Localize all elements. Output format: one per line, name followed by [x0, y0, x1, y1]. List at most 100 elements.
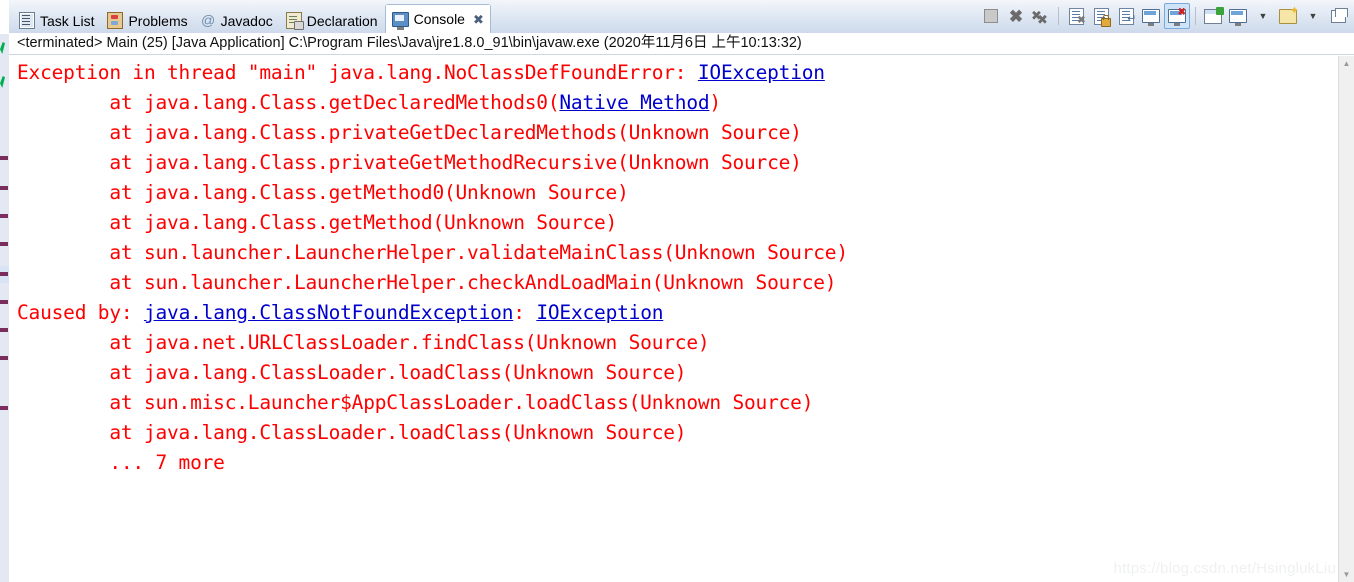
- error-cross-icon: ✖: [1177, 7, 1186, 18]
- star-badge-icon: ✦: [1289, 4, 1299, 17]
- console-text: Caused by:: [17, 301, 144, 324]
- console-stack-link[interactable]: IOException: [698, 61, 825, 84]
- close-icon[interactable]: ✖: [473, 13, 484, 26]
- console-text: ): [709, 91, 721, 114]
- scroll-up-icon[interactable]: ▲: [1339, 56, 1354, 71]
- chevron-down-icon: ▼: [1308, 10, 1318, 21]
- scroll-lock-icon: [1093, 7, 1111, 27]
- ruler-mark-green: [0, 42, 5, 54]
- console-stack-link[interactable]: Native Method: [559, 91, 709, 114]
- new-console-icon: ✦: [1279, 4, 1299, 24]
- launch-status-line: <terminated> Main (25) [Java Application…: [9, 33, 1354, 55]
- watermark: https://blog.csdn.net/HsinglukLiu: [1113, 560, 1336, 577]
- console-text: at java.lang.Class.getMethod(Unknown Sou…: [17, 211, 618, 234]
- pin-window-icon: [1204, 6, 1224, 24]
- console-line: at sun.misc.Launcher$AppClassLoader.load…: [17, 388, 1339, 418]
- minimize-restore-button[interactable]: [1326, 4, 1350, 28]
- tab-declaration[interactable]: Declaration: [280, 8, 385, 33]
- monitor-error-icon: ✖: [1168, 7, 1186, 26]
- stop-square-icon: [984, 9, 998, 23]
- display-selected-console-button[interactable]: [1226, 4, 1250, 28]
- declaration-icon: [285, 12, 304, 30]
- ruler-mark-purple: [0, 356, 8, 360]
- background-editor-sliver: [0, 0, 9, 582]
- console-line: at sun.launcher.LauncherHelper.checkAndL…: [17, 268, 1339, 298]
- console-lines: Exception in thread "main" java.lang.NoC…: [9, 56, 1339, 478]
- scroll-down-icon[interactable]: ▼: [1339, 567, 1354, 582]
- console-icon: [391, 11, 409, 30]
- open-console-dropdown[interactable]: ▼: [1301, 4, 1325, 28]
- console-text: at java.lang.Class.getDeclaredMethods0(: [17, 91, 560, 114]
- console-line: at java.lang.Class.getDeclaredMethods0(N…: [17, 88, 1339, 118]
- console-line: ... 7 more: [17, 448, 1339, 478]
- console-text: at java.lang.Class.privateGetMethodRecur…: [17, 151, 802, 174]
- javadoc-icon: @: [201, 12, 216, 28]
- display-console-icon: [1229, 9, 1247, 26]
- console-toolbar: ✖ ✖ ↵: [979, 2, 1350, 30]
- wrap-arrow-icon: ↵: [1127, 12, 1137, 25]
- console-line: at java.lang.ClassLoader.loadClass(Unkno…: [17, 358, 1339, 388]
- ruler-mark-purple: [0, 156, 8, 160]
- pin-console-button[interactable]: [1201, 4, 1225, 28]
- ruler-mark-purple: [0, 406, 8, 410]
- tab-problems[interactable]: Problems: [101, 8, 194, 33]
- clear-console-button[interactable]: ✖: [1064, 4, 1088, 28]
- pin-badge-icon: [1216, 6, 1224, 15]
- monitor-icon: [1142, 9, 1160, 26]
- problems-icon: [107, 12, 124, 29]
- tab-problems-label: Problems: [128, 12, 188, 29]
- toolbar-separator: [1195, 7, 1196, 25]
- cross-badge-icon: ✖: [1077, 14, 1086, 26]
- console-stack-link[interactable]: IOException: [536, 301, 663, 324]
- tab-console[interactable]: Console ✖: [384, 4, 491, 33]
- remove-launch-button[interactable]: ✖: [1004, 4, 1028, 28]
- console-stack-link[interactable]: java.lang.ClassNotFoundException: [144, 301, 513, 324]
- editor-overview-ruler[interactable]: [0, 34, 9, 582]
- console-text: ... 7 more: [17, 451, 225, 474]
- word-wrap-button[interactable]: ↵: [1114, 4, 1138, 28]
- console-line: at java.lang.Class.getMethod(Unknown Sou…: [17, 208, 1339, 238]
- view-tab-bar: Task List Problems @ Javadoc Declaration…: [9, 0, 1354, 34]
- lock-icon: [1100, 14, 1111, 27]
- scroll-lock-button[interactable]: [1089, 4, 1113, 28]
- console-text: Exception in thread "main" java.lang.NoC…: [17, 61, 698, 84]
- show-console-on-output-button[interactable]: [1139, 4, 1163, 28]
- ruler-mark-purple: [0, 328, 8, 332]
- console-line: at java.net.URLClassLoader.findClass(Unk…: [17, 328, 1339, 358]
- console-line: at java.lang.ClassLoader.loadClass(Unkno…: [17, 418, 1339, 448]
- console-line: at java.lang.Class.privateGetMethodRecur…: [17, 148, 1339, 178]
- remove-all-launches-button[interactable]: [1029, 4, 1053, 28]
- console-line: Caused by: java.lang.ClassNotFoundExcept…: [17, 298, 1339, 328]
- double-cross-icon: [1031, 7, 1050, 28]
- display-selected-console-dropdown[interactable]: ▼: [1251, 4, 1275, 28]
- console-text: at sun.misc.Launcher$AppClassLoader.load…: [17, 391, 814, 414]
- tab-task-list[interactable]: Task List: [13, 8, 101, 33]
- word-wrap-icon: ↵: [1118, 7, 1137, 25]
- tab-strip: Task List Problems @ Javadoc Declaration…: [13, 4, 491, 33]
- console-text: at sun.launcher.LauncherHelper.checkAndL…: [17, 271, 837, 294]
- ruler-mark-green: [0, 76, 5, 88]
- toolbar-separator: [1058, 7, 1059, 25]
- ruler-mark-purple: [0, 186, 8, 190]
- console-line: at java.lang.Class.getMethod0(Unknown So…: [17, 178, 1339, 208]
- console-text: at sun.launcher.LauncherHelper.validateM…: [17, 241, 848, 264]
- console-text: at java.lang.Class.getMethod0(Unknown So…: [17, 181, 629, 204]
- tab-task-list-label: Task List: [40, 12, 95, 29]
- terminate-button[interactable]: [979, 4, 1003, 28]
- console-text: at java.net.URLClassLoader.findClass(Unk…: [17, 331, 710, 354]
- console-text: at java.lang.Class.privateGetDeclaredMet…: [17, 121, 802, 144]
- open-console-button[interactable]: ✦: [1276, 4, 1300, 28]
- show-console-on-error-button[interactable]: ✖: [1164, 3, 1190, 29]
- tab-console-label: Console: [413, 11, 465, 27]
- tab-javadoc-label: Javadoc: [220, 12, 273, 29]
- cross-icon: ✖: [1008, 6, 1024, 26]
- console-vertical-scrollbar[interactable]: ▲ ▼: [1338, 56, 1354, 582]
- chevron-down-icon: ▼: [1258, 10, 1268, 21]
- console-output-area[interactable]: Exception in thread "main" java.lang.NoC…: [9, 56, 1339, 582]
- console-text: at java.lang.ClassLoader.loadClass(Unkno…: [17, 361, 687, 384]
- console-text: at java.lang.ClassLoader.loadClass(Unkno…: [17, 421, 687, 444]
- clear-document-icon: ✖: [1068, 7, 1086, 26]
- tab-javadoc[interactable]: @ Javadoc: [195, 8, 280, 33]
- console-line: at sun.launcher.LauncherHelper.validateM…: [17, 238, 1339, 268]
- task-list-icon: [19, 12, 35, 29]
